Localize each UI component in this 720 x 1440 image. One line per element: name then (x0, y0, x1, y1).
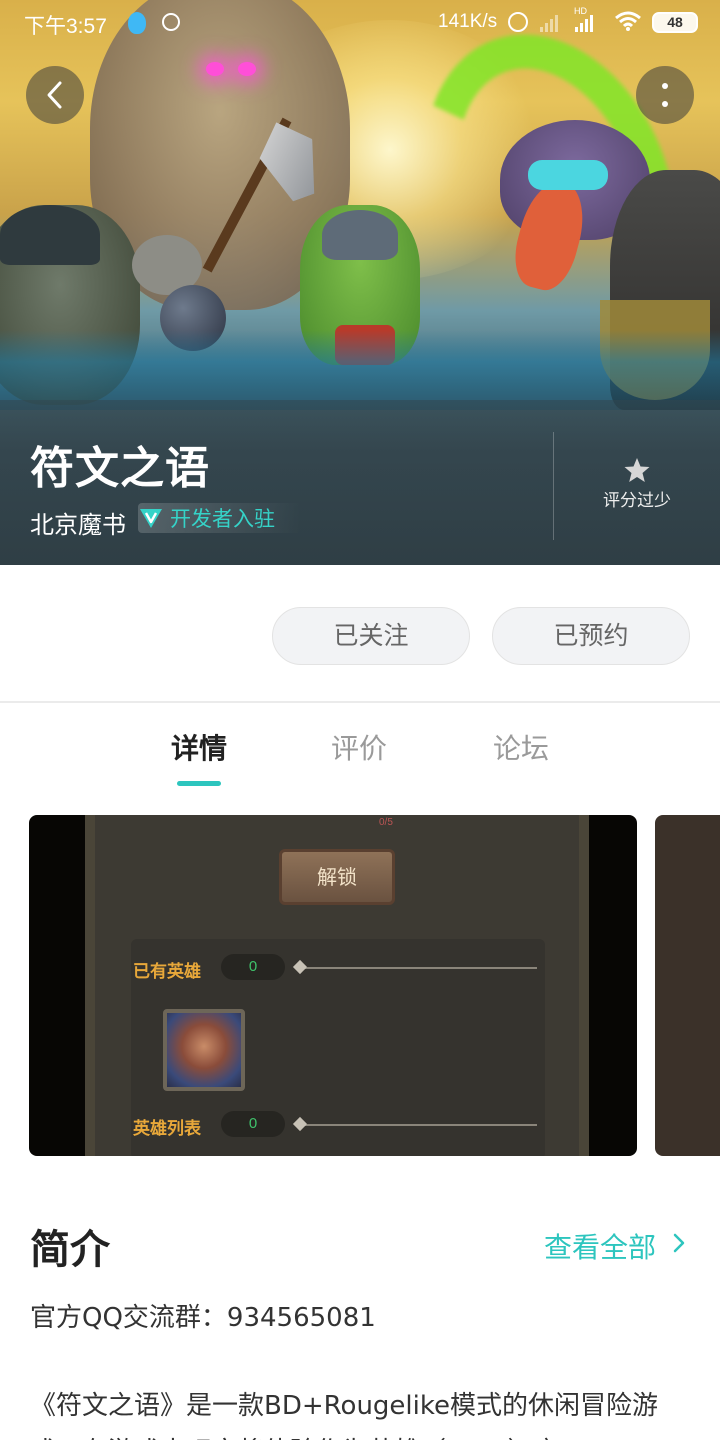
rating-label: 评分过少 (603, 491, 671, 511)
qq-icon (128, 12, 146, 34)
screenshot-top-mark: 0/5 (379, 817, 393, 828)
rating-block[interactable]: 评分过少 (580, 456, 694, 511)
intro-description: 《符文之语》是一款BD+Rougelike模式的休闲冒险游戏，在游戏中玩家将体验… (30, 1391, 658, 1440)
battery-indicator: 48 (652, 12, 698, 33)
next-screenshot-peek[interactable] (655, 815, 720, 1156)
alarm-icon (508, 12, 528, 32)
screenshot-row-label: 已有英雄 (133, 962, 201, 982)
status-time: 下午3:57 (24, 15, 107, 38)
signal-icon (540, 12, 558, 32)
tab-details[interactable]: 详情 (171, 727, 227, 767)
reserve-button[interactable]: 已预约 (492, 607, 690, 665)
action-bar: 已关注 已预约 (0, 565, 720, 703)
screenshot-unlock-button: 解锁 (279, 849, 395, 905)
banner-golem-eye (206, 62, 224, 76)
tab-bar: 详情 评价 论坛 (0, 705, 720, 795)
more-options-button[interactable] (636, 66, 694, 124)
back-button[interactable] (26, 66, 84, 124)
chevron-right-icon[interactable] (672, 1231, 686, 1255)
screenshot-hero-portrait (163, 1009, 245, 1091)
developer-name[interactable]: 北京魔书 (30, 505, 126, 540)
signal-icon (575, 12, 593, 32)
developer-badge[interactable]: 开发者入驻 (138, 503, 301, 533)
banner-skeleton-hat (0, 205, 100, 265)
hero-divider (553, 432, 554, 540)
view-all-link[interactable]: 查看全部 (544, 1226, 656, 1266)
banner-golem-eye (238, 62, 256, 76)
screenshot-row-count: 0 (221, 954, 285, 980)
chevron-left-icon (47, 81, 62, 109)
timer-icon (162, 13, 180, 31)
verified-v-icon (140, 509, 162, 528)
screenshot-slider (299, 1124, 537, 1126)
vertical-dots-icon (662, 83, 668, 107)
banner-monster-mouth (528, 160, 608, 190)
active-tab-indicator (177, 781, 221, 786)
banner-water (0, 330, 720, 410)
banner-orc-helmet (322, 210, 398, 260)
star-icon (624, 458, 650, 482)
tab-reviews[interactable]: 评价 (331, 727, 387, 767)
status-bar: 下午3:57 141K/s HD 48 (0, 0, 720, 44)
screenshot-row-count: 0 (221, 1111, 285, 1137)
status-net-speed: 141K/s (438, 11, 498, 32)
screenshot-slider (299, 967, 537, 969)
wifi-icon (615, 11, 641, 31)
screenshot-row-label: 英雄列表 (133, 1119, 201, 1139)
game-screenshot[interactable]: 0/5 解锁 已有英雄 0 英雄列表 0 (29, 815, 637, 1156)
game-title: 符文之语 (30, 443, 210, 494)
intro-title: 简介 (30, 1227, 110, 1273)
tab-forum[interactable]: 论坛 (493, 727, 549, 767)
follow-button[interactable]: 已关注 (272, 607, 470, 665)
developer-badge-label: 开发者入驻 (170, 507, 275, 531)
qq-group-text: 官方QQ交流群：934565081 (30, 1303, 376, 1333)
